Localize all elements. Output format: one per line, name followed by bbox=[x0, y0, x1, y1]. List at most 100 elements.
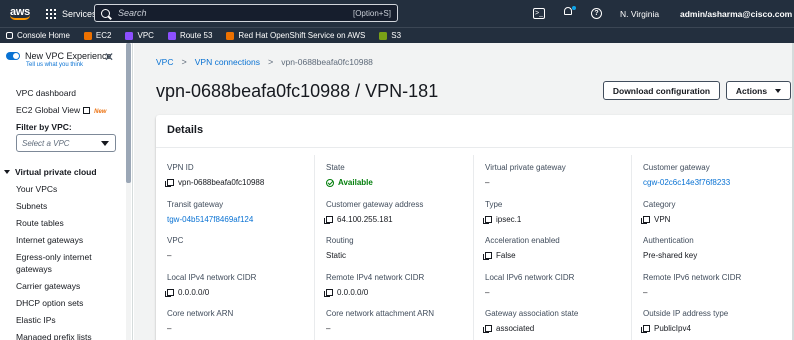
vpc-filter-select[interactable]: Select a VPC bbox=[16, 134, 116, 152]
field-value-text[interactable]: cgw-02c6c14e3f76f8233 bbox=[643, 178, 730, 187]
field-value-text[interactable]: tgw-04b5147f8469af124 bbox=[167, 215, 253, 224]
field-label: Gateway association state bbox=[485, 309, 579, 318]
details-title: Details bbox=[167, 124, 204, 136]
sidebar-item-carrier-gateways[interactable]: Carrier gateways bbox=[16, 281, 80, 291]
favorite-rosa[interactable]: Red Hat OpenShift Service on AWS bbox=[226, 31, 365, 40]
field-value-text: Pre-shared key bbox=[643, 251, 698, 260]
field-routing: Routing Static bbox=[326, 236, 476, 260]
section-virtual-private-cloud[interactable]: Virtual private cloud bbox=[4, 167, 97, 177]
sidebar: New VPC Experience Tell us what you thin… bbox=[0, 43, 133, 340]
copy-icon[interactable] bbox=[324, 289, 333, 297]
cloudshell-icon[interactable]: >_ bbox=[533, 8, 545, 19]
download-configuration-button[interactable]: Download configuration bbox=[603, 81, 720, 100]
copy-icon[interactable] bbox=[483, 216, 492, 224]
sidebar-item-vpc-dashboard[interactable]: VPC dashboard bbox=[16, 88, 76, 98]
new-experience-toggle[interactable] bbox=[6, 52, 20, 60]
field-label: Remote IPv6 network CIDR bbox=[643, 273, 742, 282]
favorite-console-home[interactable]: Console Home bbox=[6, 31, 70, 40]
main-content: VPC > VPN connections > vpn-0688beafa0fc… bbox=[134, 43, 794, 340]
sidebar-item-dhcp-option-sets[interactable]: DHCP option sets bbox=[16, 298, 83, 308]
field-value: ipsec.1 bbox=[483, 215, 635, 224]
openshift-icon bbox=[226, 31, 235, 40]
field-label: Remote IPv4 network CIDR bbox=[326, 273, 425, 282]
field-value: Pre-shared key bbox=[643, 251, 793, 260]
breadcrumb-vpc[interactable]: VPC bbox=[156, 57, 173, 67]
actions-button[interactable]: Actions bbox=[726, 81, 791, 100]
sidebar-item-route-tables[interactable]: Route tables bbox=[16, 218, 64, 228]
field-label: Local IPv6 network CIDR bbox=[485, 273, 575, 282]
field-label: Local IPv4 network CIDR bbox=[167, 273, 257, 282]
sidebar-item-managed-prefix-lists[interactable]: Managed prefix lists bbox=[16, 332, 92, 340]
sidebar-item-egress-only-line2[interactable]: gateways bbox=[16, 264, 52, 274]
favorite-route53[interactable]: Route 53 bbox=[167, 31, 213, 40]
field-value: – bbox=[485, 178, 635, 187]
copy-icon[interactable] bbox=[641, 216, 650, 224]
field-value: Available bbox=[326, 178, 476, 187]
favorite-ec2[interactable]: EC2 bbox=[83, 31, 112, 40]
sidebar-item-ec2-global-view[interactable]: EC2 Global View New bbox=[16, 105, 106, 115]
copy-icon[interactable] bbox=[641, 325, 650, 333]
scrollbar-thumb[interactable] bbox=[126, 43, 131, 183]
field-label: VPN ID bbox=[167, 163, 194, 172]
favorite-label: EC2 bbox=[95, 31, 112, 40]
services-label: Services bbox=[62, 8, 97, 19]
copy-icon[interactable] bbox=[483, 325, 492, 333]
sidebar-item-egress-only-line1[interactable]: Egress-only internet bbox=[16, 252, 92, 262]
account-menu[interactable]: admin/asharma@cisco.com @ hc-te bbox=[680, 9, 794, 19]
filter-label: Filter by VPC: bbox=[16, 122, 72, 132]
new-badge: New bbox=[94, 109, 107, 115]
field-value: – bbox=[643, 288, 793, 297]
field-label: Type bbox=[485, 200, 503, 209]
services-button[interactable]: Services bbox=[46, 8, 97, 19]
field-value-text: PublicIpv4 bbox=[654, 324, 691, 333]
region-selector[interactable]: N. Virginia bbox=[620, 9, 659, 19]
aws-smile-icon bbox=[10, 15, 30, 20]
field-customer-gateway-address: Customer gateway address 64.100.255.181 bbox=[324, 200, 476, 224]
field-remote-ipv4-network-cidr: Remote IPv4 network CIDR 0.0.0.0/0 bbox=[324, 273, 476, 297]
field-label: State bbox=[326, 163, 345, 172]
field-value: – bbox=[167, 324, 317, 333]
close-icon[interactable]: ✕ bbox=[104, 51, 114, 63]
sidebar-item-subnets[interactable]: Subnets bbox=[16, 201, 47, 211]
field-transit-gateway: Transit gateway tgw-04b5147f8469af124 bbox=[167, 200, 317, 224]
copy-icon[interactable] bbox=[483, 252, 492, 260]
sidebar-item-elastic-ips[interactable]: Elastic IPs bbox=[16, 315, 56, 325]
favorite-s3[interactable]: S3 bbox=[379, 31, 401, 40]
details-panel: Details VPN ID vpn-0688beafa0fc10988 State… bbox=[156, 115, 794, 340]
field-value-text: – bbox=[643, 288, 648, 297]
field-value: PublicIpv4 bbox=[641, 324, 793, 333]
field-core-network-arn: Core network ARN – bbox=[167, 309, 317, 333]
aws-logo[interactable]: aws bbox=[8, 7, 32, 20]
field-type: Type ipsec.1 bbox=[483, 200, 635, 224]
field-value[interactable]: tgw-04b5147f8469af124 bbox=[167, 215, 317, 224]
field-outside-ip-address-type: Outside IP address type PublicIpv4 bbox=[641, 309, 793, 333]
favorite-label: Route 53 bbox=[179, 31, 213, 40]
field-value-text: – bbox=[167, 324, 172, 333]
sidebar-scrollbar[interactable] bbox=[126, 43, 131, 340]
feedback-link[interactable]: Tell us what you think bbox=[26, 62, 83, 68]
field-value-text: False bbox=[496, 251, 516, 260]
sidebar-item-internet-gateways[interactable]: Internet gateways bbox=[16, 235, 83, 245]
field-value[interactable]: cgw-02c6c14e3f76f8233 bbox=[643, 178, 793, 187]
field-core-network-attachment-arn: Core network attachment ARN – bbox=[326, 309, 476, 333]
field-value: False bbox=[483, 251, 635, 260]
favorite-label: Red Hat OpenShift Service on AWS bbox=[238, 31, 366, 40]
sidebar-item-your-vpcs[interactable]: Your VPCs bbox=[16, 184, 57, 194]
field-label: Virtual private gateway bbox=[485, 163, 566, 172]
help-icon[interactable]: ? bbox=[591, 8, 602, 19]
search-input[interactable]: Search [Option+S] bbox=[94, 4, 398, 22]
select-placeholder: Select a VPC bbox=[22, 138, 70, 148]
favorite-vpc[interactable]: VPC bbox=[125, 31, 154, 40]
field-label: VPC bbox=[167, 236, 184, 245]
copy-icon[interactable] bbox=[324, 216, 333, 224]
field-value-text: associated bbox=[496, 324, 535, 333]
field-label: Category bbox=[643, 200, 676, 209]
copy-icon[interactable] bbox=[165, 289, 174, 297]
breadcrumb-vpn-connections[interactable]: VPN connections bbox=[195, 57, 260, 67]
field-label: Transit gateway bbox=[167, 200, 224, 209]
field-label: Core network attachment ARN bbox=[326, 309, 435, 318]
copy-icon[interactable] bbox=[165, 179, 174, 187]
search-placeholder: Search bbox=[118, 8, 147, 18]
field-value-text: 0.0.0.0/0 bbox=[178, 288, 210, 297]
notifications-bell-icon[interactable] bbox=[563, 6, 576, 19]
